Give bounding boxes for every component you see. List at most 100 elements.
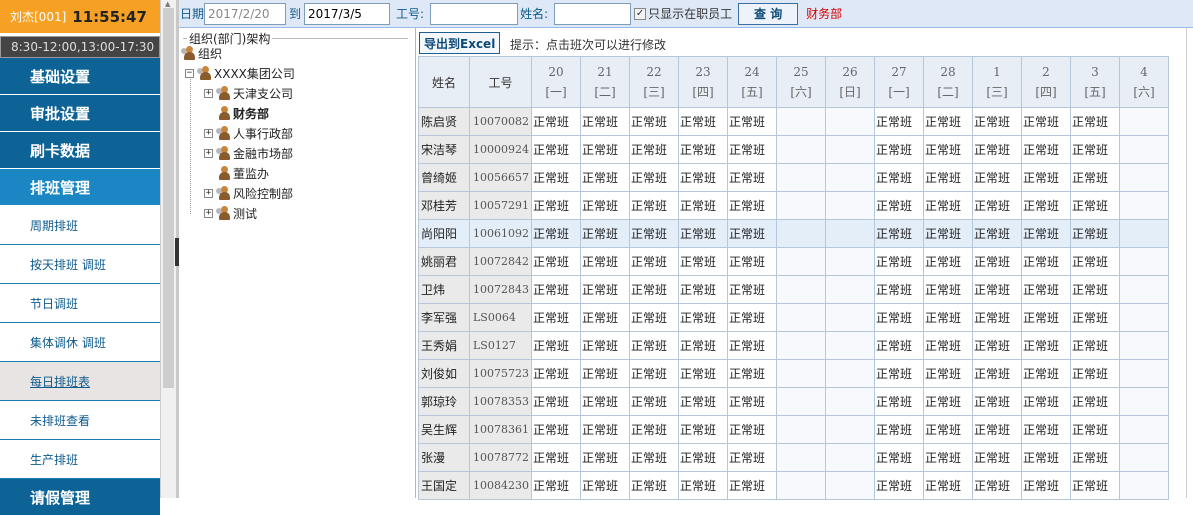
cell-shift[interactable]: 正常班 <box>678 163 728 192</box>
submenu-cycle-shift[interactable]: 周期排班 <box>0 206 160 245</box>
cell-shift-empty[interactable] <box>776 135 826 164</box>
cell-shift-empty[interactable] <box>776 331 826 360</box>
cell-shift-empty[interactable] <box>776 163 826 192</box>
cell-shift-empty[interactable] <box>1119 415 1169 444</box>
cell-shift-empty[interactable] <box>825 191 875 220</box>
tree-node-test[interactable]: + 测试 <box>204 203 257 223</box>
cell-shift[interactable]: 正常班 <box>1021 163 1071 192</box>
cell-shift-empty[interactable] <box>776 303 826 332</box>
cell-shift-empty[interactable] <box>1119 275 1169 304</box>
cell-shift-empty[interactable] <box>1119 219 1169 248</box>
table-row[interactable]: 王国定 10084230 正常班 正常班 正常班 正常班 正常班 正常班 正常班 正常班 正常班 正常… <box>418 471 1169 500</box>
cell-shift[interactable]: 正常班 <box>727 163 777 192</box>
cell-shift[interactable]: 正常班 <box>727 303 777 332</box>
cell-shift[interactable]: 正常班 <box>678 387 728 416</box>
cell-shift-empty[interactable] <box>776 219 826 248</box>
table-row[interactable]: 曾绮姬 10056657 正常班 正常班 正常班 正常班 正常班 正常班 正常班 正常班 正常班 正常… <box>418 163 1169 192</box>
tree-node-tianjin[interactable]: + 天津支公司 <box>204 83 293 103</box>
cell-shift[interactable]: 正常班 <box>1070 135 1120 164</box>
table-row[interactable]: 邓桂芳 10057291 正常班 正常班 正常班 正常班 正常班 正常班 正常班 正常班 正常班 正常… <box>418 191 1169 220</box>
submenu-daily-schedule[interactable]: 每日排班表 <box>0 362 160 401</box>
cell-shift[interactable]: 正常班 <box>727 219 777 248</box>
cell-shift[interactable]: 正常班 <box>923 359 973 388</box>
cell-shift[interactable]: 正常班 <box>629 163 679 192</box>
cell-shift[interactable]: 正常班 <box>972 219 1022 248</box>
cell-shift-empty[interactable] <box>825 275 875 304</box>
cell-shift[interactable]: 正常班 <box>923 219 973 248</box>
cell-shift[interactable]: 正常班 <box>1021 331 1071 360</box>
cell-shift-empty[interactable] <box>825 415 875 444</box>
cell-shift-empty[interactable] <box>1119 107 1169 136</box>
cell-shift[interactable]: 正常班 <box>874 275 924 304</box>
cell-shift-empty[interactable] <box>776 443 826 472</box>
cell-shift[interactable]: 正常班 <box>923 331 973 360</box>
table-row[interactable]: 吴生辉 10078361 正常班 正常班 正常班 正常班 正常班 正常班 正常班 正常班 正常班 正常… <box>418 415 1169 444</box>
cell-shift[interactable]: 正常班 <box>629 247 679 276</box>
cell-shift[interactable]: 正常班 <box>580 135 630 164</box>
cell-shift[interactable]: 正常班 <box>531 247 581 276</box>
cell-shift[interactable]: 正常班 <box>972 275 1022 304</box>
cell-shift[interactable]: 正常班 <box>629 415 679 444</box>
cell-shift[interactable]: 正常班 <box>923 471 973 500</box>
cell-shift[interactable]: 正常班 <box>531 191 581 220</box>
cell-shift[interactable]: 正常班 <box>629 443 679 472</box>
cell-shift[interactable]: 正常班 <box>531 163 581 192</box>
cell-shift-empty[interactable] <box>825 219 875 248</box>
tree-node-risk[interactable]: + 风险控制部 <box>204 183 293 203</box>
cell-shift[interactable]: 正常班 <box>580 247 630 276</box>
cell-shift[interactable]: 正常班 <box>580 107 630 136</box>
cell-shift[interactable]: 正常班 <box>531 443 581 472</box>
cell-shift[interactable]: 正常班 <box>727 331 777 360</box>
cell-shift[interactable]: 正常班 <box>727 247 777 276</box>
cell-shift[interactable]: 正常班 <box>1070 443 1120 472</box>
sidebar-scrollbar[interactable]: ▲ <box>160 0 176 498</box>
cell-shift[interactable]: 正常班 <box>972 331 1022 360</box>
cell-shift[interactable]: 正常班 <box>580 219 630 248</box>
tree-company[interactable]: − XXXX集团公司 <box>185 63 295 83</box>
collapse-icon[interactable]: − <box>185 68 194 78</box>
cell-shift[interactable]: 正常班 <box>972 443 1022 472</box>
cell-shift[interactable]: 正常班 <box>580 471 630 500</box>
cell-shift[interactable]: 正常班 <box>923 415 973 444</box>
cell-shift[interactable]: 正常班 <box>923 135 973 164</box>
cell-shift[interactable]: 正常班 <box>531 219 581 248</box>
cell-shift[interactable]: 正常班 <box>1070 471 1120 500</box>
cell-shift[interactable]: 正常班 <box>678 191 728 220</box>
cell-shift[interactable]: 正常班 <box>1070 359 1120 388</box>
cell-shift[interactable]: 正常班 <box>1070 191 1120 220</box>
cell-shift[interactable]: 正常班 <box>727 275 777 304</box>
cell-shift[interactable]: 正常班 <box>580 415 630 444</box>
cell-shift[interactable]: 正常班 <box>1021 471 1071 500</box>
expand-icon[interactable]: + <box>204 208 213 218</box>
cell-shift-empty[interactable] <box>776 415 826 444</box>
cell-shift[interactable]: 正常班 <box>531 387 581 416</box>
cell-shift-empty[interactable] <box>1119 247 1169 276</box>
cell-shift[interactable]: 正常班 <box>531 275 581 304</box>
cell-shift[interactable]: 正常班 <box>629 135 679 164</box>
cell-shift-empty[interactable] <box>825 331 875 360</box>
table-row[interactable]: 郭琼玲 10078353 正常班 正常班 正常班 正常班 正常班 正常班 正常班 正常班 正常班 正常… <box>418 387 1169 416</box>
cell-shift[interactable]: 正常班 <box>874 163 924 192</box>
cell-shift[interactable]: 正常班 <box>972 387 1022 416</box>
cell-shift[interactable]: 正常班 <box>1070 303 1120 332</box>
cell-shift-empty[interactable] <box>825 107 875 136</box>
cell-shift[interactable]: 正常班 <box>531 415 581 444</box>
cell-shift[interactable]: 正常班 <box>678 471 728 500</box>
table-row[interactable]: 陈启贤 10070082 正常班 正常班 正常班 正常班 正常班 正常班 正常班 正常班 正常班 正常… <box>418 107 1169 136</box>
cell-shift-empty[interactable] <box>776 471 826 500</box>
cell-shift[interactable]: 正常班 <box>1021 219 1071 248</box>
cell-shift-empty[interactable] <box>776 359 826 388</box>
cell-shift[interactable]: 正常班 <box>727 191 777 220</box>
cell-shift-empty[interactable] <box>776 275 826 304</box>
cell-shift[interactable]: 正常班 <box>874 471 924 500</box>
expand-icon[interactable]: + <box>204 128 213 138</box>
cell-shift[interactable]: 正常班 <box>1021 387 1071 416</box>
cell-shift[interactable]: 正常班 <box>727 471 777 500</box>
tree-root[interactable]: 组织 <box>181 43 222 63</box>
cell-shift[interactable]: 正常班 <box>629 387 679 416</box>
cell-shift[interactable]: 正常班 <box>678 303 728 332</box>
tree-node-board[interactable]: 董监办 <box>216 163 269 183</box>
cell-shift[interactable]: 正常班 <box>972 135 1022 164</box>
cell-shift[interactable]: 正常班 <box>972 107 1022 136</box>
cell-shift[interactable]: 正常班 <box>1070 387 1120 416</box>
